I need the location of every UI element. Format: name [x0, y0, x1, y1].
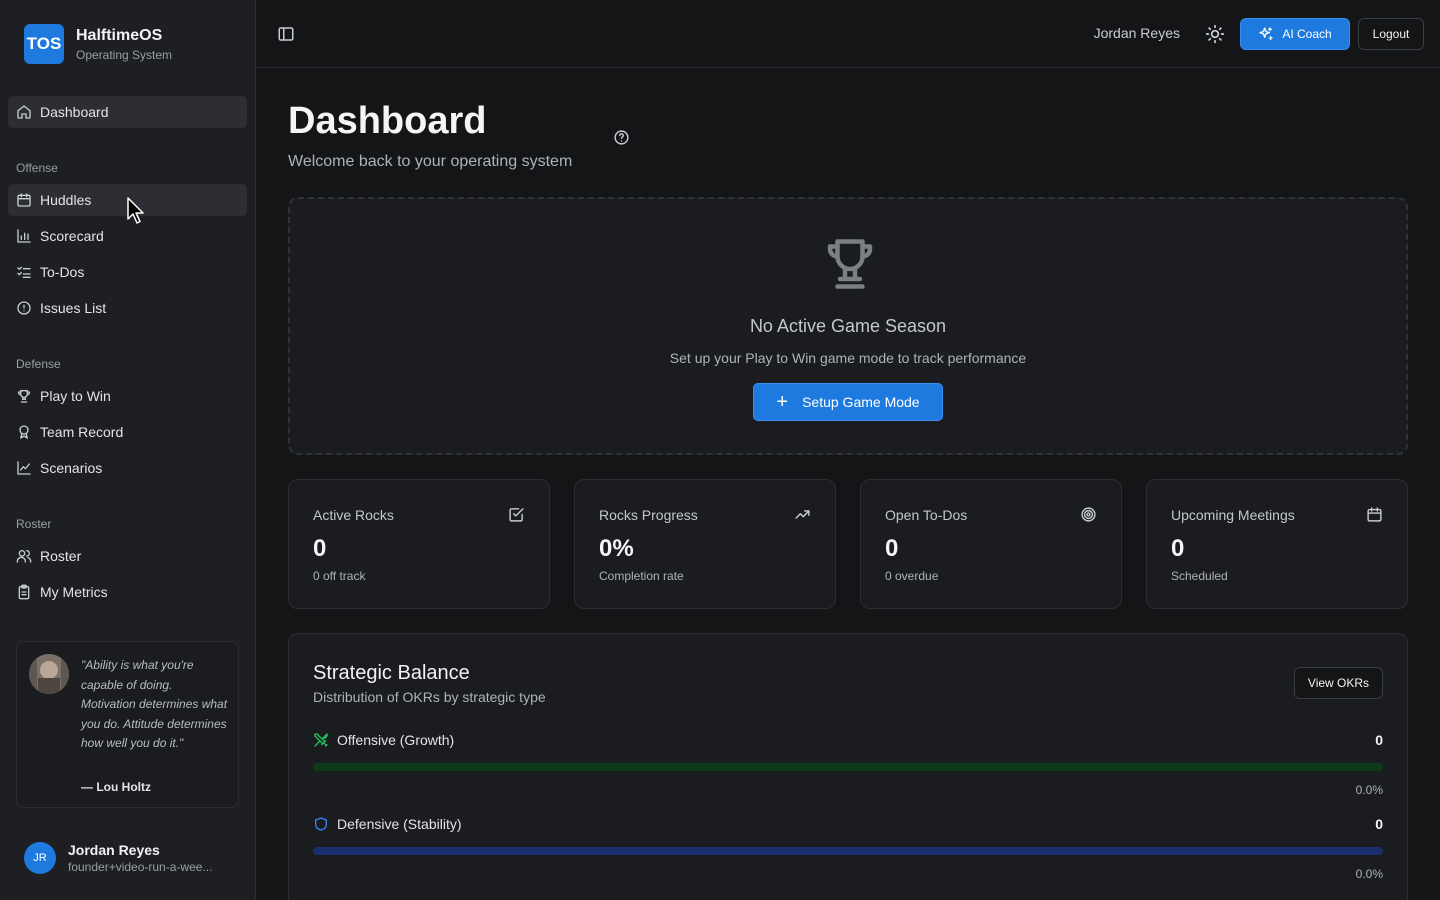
- calendar-icon: [16, 192, 32, 208]
- page-subtitle: Welcome back to your operating system: [288, 153, 573, 170]
- brand-name: HalftimeOS: [76, 26, 163, 44]
- trophy-icon: [16, 388, 32, 404]
- stat-value: 0: [313, 535, 327, 562]
- stat-value: 0: [1171, 535, 1185, 562]
- strategic-balance-card: Strategic Balance Distribution of OKRs b…: [288, 633, 1408, 900]
- shield-icon: [313, 816, 329, 832]
- sidebar-item-label: My Metrics: [40, 584, 108, 600]
- sidebar-item-label: Team Record: [40, 424, 124, 440]
- user-email: founder+video-run-a-wee...: [68, 860, 213, 874]
- list-checks-icon: [16, 264, 32, 280]
- stat-note: 0 off track: [313, 569, 366, 583]
- mouse-cursor-icon: [127, 197, 147, 225]
- season-subtitle: Set up your Play to Win game mode to tra…: [669, 350, 1027, 366]
- quote-card: "Ability is what you're capable of doing…: [16, 641, 239, 808]
- balance-row-percent: 0.0%: [1355, 867, 1383, 881]
- quote-author: — Lou Holtz: [81, 780, 151, 794]
- balance-title: Strategic Balance: [313, 662, 470, 684]
- sidebar-item-team-record[interactable]: Team Record: [8, 416, 247, 448]
- stat-label: Rocks Progress: [599, 507, 698, 523]
- sidebar-item-roster[interactable]: Roster: [8, 540, 247, 572]
- sidebar-item-todos[interactable]: To-Dos: [8, 256, 247, 288]
- sparkles-icon: [1258, 26, 1274, 42]
- view-okrs-button[interactable]: View OKRs: [1294, 667, 1383, 699]
- swords-icon: [313, 732, 329, 748]
- check-square-icon: [508, 506, 525, 523]
- stat-note: Completion rate: [599, 569, 684, 583]
- sidebar-toggle-icon[interactable]: [277, 25, 295, 43]
- balance-row-defensive: Defensive (Stability): [313, 816, 462, 832]
- stat-value: 0%: [599, 535, 634, 562]
- defensive-progress-bar: [313, 847, 1383, 855]
- setup-game-mode-button[interactable]: + Setup Game Mode: [753, 383, 943, 421]
- trophy-icon: [820, 233, 880, 295]
- balance-subtitle: Distribution of OKRs by strategic type: [313, 689, 546, 705]
- balance-row-label: Offensive (Growth): [337, 732, 455, 748]
- alert-circle-icon: [16, 300, 32, 316]
- clipboard-icon: [16, 584, 32, 600]
- topbar: Jordan Reyes AI Coach Logout: [256, 0, 1440, 68]
- setup-game-mode-label: Setup Game Mode: [802, 394, 920, 410]
- balance-row-count: 0: [1375, 732, 1383, 748]
- quote-avatar: [29, 654, 69, 694]
- game-season-card: No Active Game Season Set up your Play t…: [288, 197, 1408, 455]
- stat-label: Active Rocks: [313, 507, 394, 523]
- stat-value: 0: [885, 535, 899, 562]
- sidebar-item-label: To-Dos: [40, 264, 85, 280]
- brand-logo: TOS: [24, 24, 64, 64]
- stat-card-upcoming-meetings: Upcoming Meetings 0 Scheduled: [1146, 479, 1408, 609]
- brand-subtitle: Operating System: [76, 47, 173, 62]
- sidebar-item-label: Scenarios: [40, 460, 103, 476]
- stat-card-rocks-progress: Rocks Progress 0% Completion rate: [574, 479, 836, 609]
- sidebar-item-label: Issues List: [40, 300, 107, 316]
- stat-card-open-todos: Open To-Dos 0 0 overdue: [860, 479, 1122, 609]
- sidebar-item-label: Play to Win: [40, 388, 111, 404]
- target-icon: [1080, 506, 1097, 523]
- sun-icon[interactable]: [1205, 24, 1225, 44]
- balance-row-percent: 0.0%: [1355, 783, 1383, 797]
- stat-label: Upcoming Meetings: [1171, 507, 1295, 523]
- season-title: No Active Game Season: [749, 316, 947, 336]
- ai-coach-button[interactable]: AI Coach: [1240, 18, 1350, 50]
- users-icon: [16, 548, 32, 564]
- line-chart-icon: [16, 460, 32, 476]
- section-defense: Defense: [16, 357, 61, 371]
- stat-note: 0 overdue: [885, 569, 939, 583]
- award-icon: [16, 424, 32, 440]
- calendar-icon: [1366, 506, 1383, 523]
- home-icon: [16, 104, 32, 120]
- sidebar-item-label: Huddles: [40, 192, 92, 208]
- sidebar-item-issues[interactable]: Issues List: [8, 292, 247, 324]
- quote-text: "Ability is what you're capable of doing…: [81, 658, 228, 750]
- stat-note: Scheduled: [1171, 569, 1228, 583]
- section-offense: Offense: [16, 161, 58, 175]
- stat-label: Open To-Dos: [885, 507, 968, 523]
- stat-card-active-rocks: Active Rocks 0 0 off track: [288, 479, 550, 609]
- user-name: Jordan Reyes: [68, 842, 160, 858]
- sidebar-item-label: Scorecard: [40, 228, 104, 244]
- sidebar-item-scenarios[interactable]: Scenarios: [8, 452, 247, 484]
- page-title: Dashboard: [288, 100, 487, 142]
- help-circle-icon[interactable]: [613, 129, 630, 146]
- offensive-progress-bar: [313, 763, 1383, 771]
- avatar: JR: [24, 842, 56, 874]
- sidebar: TOS HalftimeOS Operating System Dashboar…: [0, 0, 256, 900]
- bar-chart-icon: [16, 228, 32, 244]
- sidebar-item-play-to-win[interactable]: Play to Win: [8, 380, 247, 412]
- brand[interactable]: TOS HalftimeOS Operating System: [24, 24, 172, 64]
- plus-icon: +: [776, 391, 789, 413]
- balance-row-label: Defensive (Stability): [337, 816, 462, 832]
- section-roster: Roster: [16, 517, 52, 531]
- balance-row-count: 0: [1375, 816, 1383, 832]
- ai-coach-label: AI Coach: [1282, 27, 1332, 41]
- sidebar-item-my-metrics[interactable]: My Metrics: [8, 576, 247, 608]
- topbar-user-name: Jordan Reyes: [1093, 25, 1180, 41]
- sidebar-item-dashboard[interactable]: Dashboard: [8, 96, 247, 128]
- sidebar-item-label: Dashboard: [40, 104, 109, 120]
- trending-up-icon: [794, 506, 811, 523]
- balance-row-offensive: Offensive (Growth): [313, 732, 454, 748]
- user-profile[interactable]: JR Jordan Reyes founder+video-run-a-wee.…: [24, 842, 212, 874]
- logout-button[interactable]: Logout: [1358, 18, 1424, 50]
- sidebar-item-label: Roster: [40, 548, 82, 564]
